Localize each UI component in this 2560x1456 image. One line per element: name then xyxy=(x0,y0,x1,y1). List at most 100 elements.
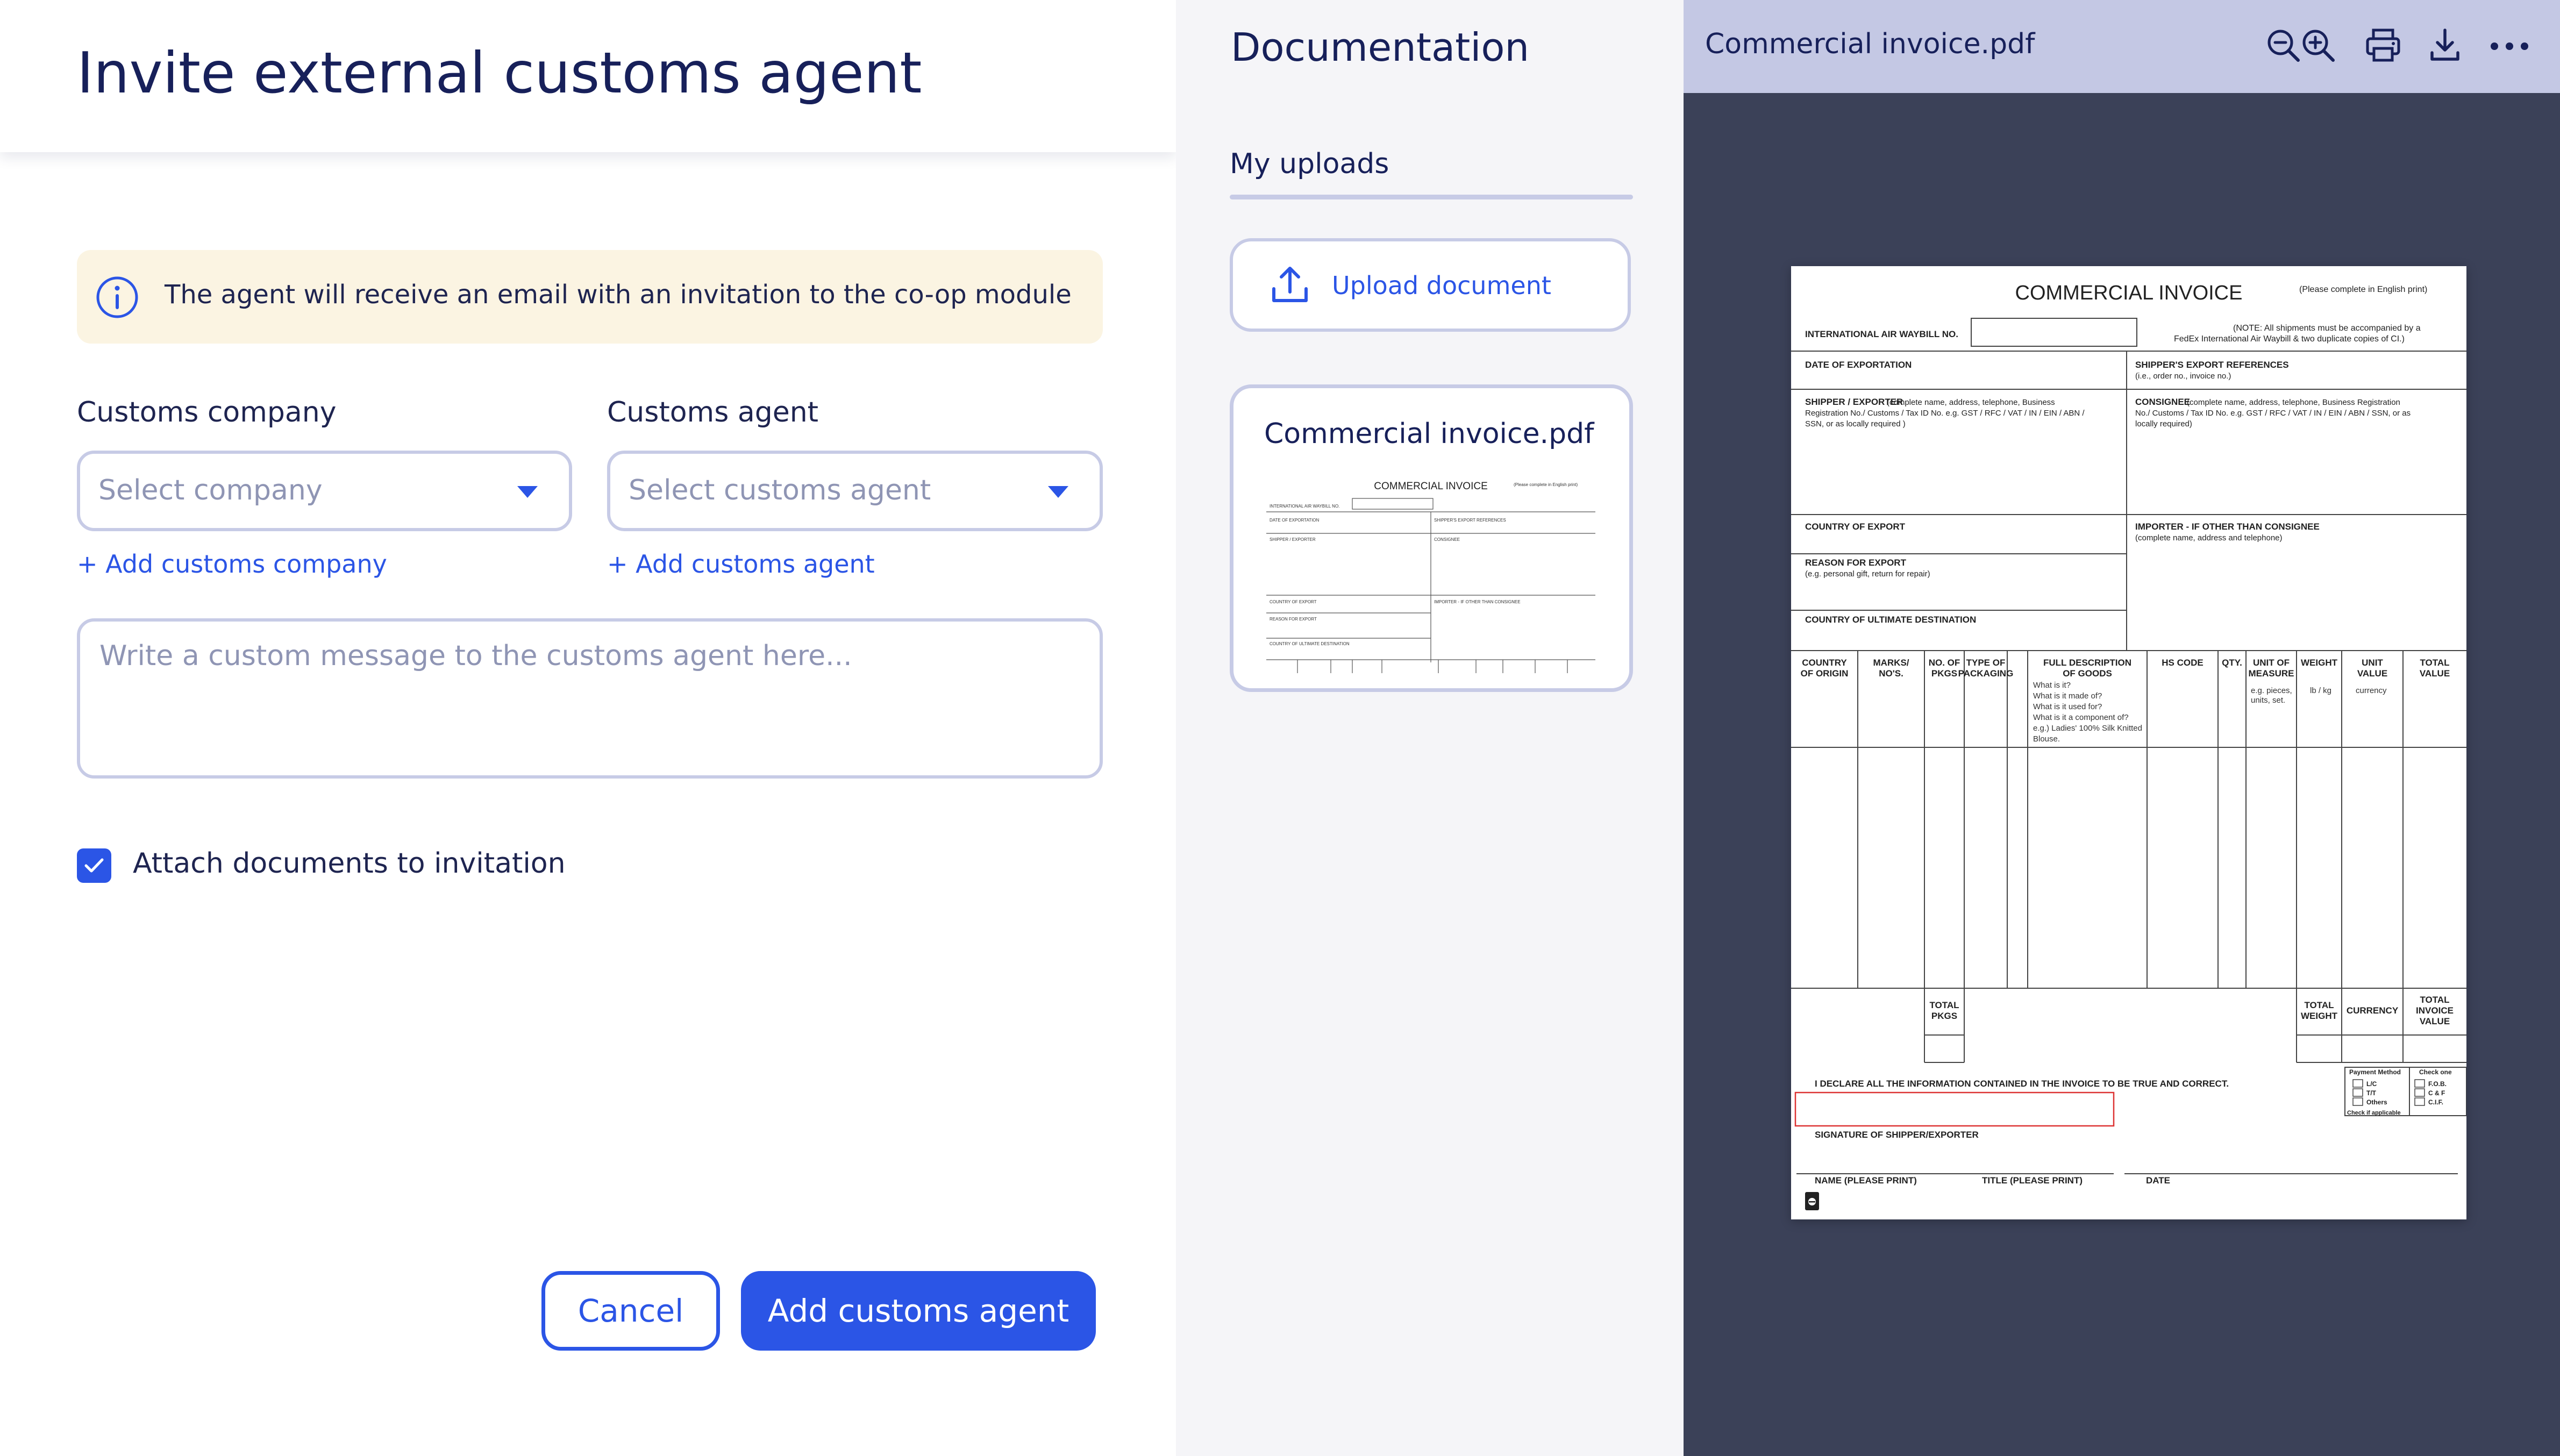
invite-agent-panel: Invite external customs agent The agent … xyxy=(0,0,1176,1456)
document-logo-icon xyxy=(1805,1192,1819,1210)
svg-text:TOTAL: TOTAL xyxy=(2420,658,2449,668)
file-card[interactable]: Commercial invoice.pdf COMMERCIAL INVOIC… xyxy=(1230,384,1633,692)
custom-message-textarea[interactable]: Write a custom message to the customs ag… xyxy=(77,618,1103,779)
upload-document-label: Upload document xyxy=(1332,271,1551,300)
svg-text:e.g. pieces,: e.g. pieces, xyxy=(2251,686,2292,695)
svg-text:Blouse.: Blouse. xyxy=(2033,734,2060,744)
tab-my-uploads[interactable]: My uploads xyxy=(1230,148,1389,180)
svg-text:IMPORTER - IF OTHER THAN CONSI: IMPORTER - IF OTHER THAN CONSIGNEE xyxy=(1434,599,1521,604)
upload-document-button[interactable]: Upload document xyxy=(1230,238,1631,332)
svg-text:C.I.F.: C.I.F. xyxy=(2428,1098,2443,1106)
attach-documents-label: Attach documents to invitation xyxy=(133,847,566,880)
svg-text:VALUE: VALUE xyxy=(2420,668,2450,679)
svg-text:NAME (PLEASE PRINT): NAME (PLEASE PRINT) xyxy=(1815,1175,1917,1186)
svg-text:(Please complete in English pr: (Please complete in English print) xyxy=(1514,482,1578,487)
svg-text:PKGS: PKGS xyxy=(1931,1011,1957,1021)
svg-text:COUNTRY OF EXPORT: COUNTRY OF EXPORT xyxy=(1270,599,1317,604)
customs-agent-label: Customs agent xyxy=(607,396,819,429)
pdf-viewer: Commercial invoice.pdf COMMERCIAL INVOIC… xyxy=(1684,0,2560,1456)
cancel-button[interactable]: Cancel xyxy=(541,1271,720,1351)
svg-text:CONSIGNEE: CONSIGNEE xyxy=(2135,397,2190,407)
svg-text:COUNTRY: COUNTRY xyxy=(1802,658,1847,668)
print-icon[interactable] xyxy=(2364,26,2402,65)
svg-text:COUNTRY OF EXPORT: COUNTRY OF EXPORT xyxy=(1805,522,1906,532)
svg-text:What is it?: What is it? xyxy=(2033,681,2071,690)
svg-text:NO'S.: NO'S. xyxy=(1879,668,1903,679)
svg-text:Others: Others xyxy=(2366,1098,2387,1106)
tab-underline xyxy=(1230,195,1633,199)
svg-text:COMMERCIAL INVOICE: COMMERCIAL INVOICE xyxy=(1374,481,1488,492)
svg-text:PKGS: PKGS xyxy=(1931,668,1957,679)
svg-text:e.g.) Ladies' 100% Silk Knitte: e.g.) Ladies' 100% Silk Knitted xyxy=(2033,724,2142,733)
svg-text:TOTAL: TOTAL xyxy=(2420,995,2449,1005)
checkmark-icon xyxy=(84,858,104,873)
zoom-in-icon[interactable] xyxy=(2299,26,2337,65)
commercial-invoice-document: COMMERCIAL INVOICE (Please complete in E… xyxy=(1791,282,2466,1210)
svg-text:lb / kg: lb / kg xyxy=(2310,686,2331,695)
info-icon xyxy=(96,276,138,318)
svg-text:(complete name, address, telep: (complete name, address, telephone, Busi… xyxy=(2187,398,2400,407)
svg-text:FULL DESCRIPTION: FULL DESCRIPTION xyxy=(2043,658,2131,668)
svg-text:(complete name, address and te: (complete name, address and telephone) xyxy=(2135,533,2283,543)
svg-text:What is it used for?: What is it used for? xyxy=(2033,702,2102,711)
svg-text:HS CODE: HS CODE xyxy=(2162,658,2203,668)
attach-documents-checkbox[interactable] xyxy=(77,848,111,883)
viewer-toolbar: Commercial invoice.pdf xyxy=(1684,0,2560,93)
svg-text:VALUE: VALUE xyxy=(2357,668,2387,679)
file-thumbnail: COMMERCIAL INVOICE (Please complete in E… xyxy=(1266,474,1595,673)
svg-text:locally required): locally required) xyxy=(2135,419,2192,429)
customs-agent-select[interactable]: Select customs agent xyxy=(607,451,1103,531)
svg-text:TITLE (PLEASE PRINT): TITLE (PLEASE PRINT) xyxy=(1982,1175,2083,1186)
svg-text:C & F: C & F xyxy=(2428,1089,2445,1097)
file-card-name: Commercial invoice.pdf xyxy=(1264,418,1594,450)
customs-agent-placeholder: Select customs agent xyxy=(629,474,931,506)
svg-text:MARKS/: MARKS/ xyxy=(1873,658,1909,668)
svg-text:CONSIGNEE: CONSIGNEE xyxy=(1434,537,1460,542)
svg-text:currency: currency xyxy=(2356,686,2387,695)
svg-text:No./ Customs / Tax ID No. e.g.: No./ Customs / Tax ID No. e.g. GST / RFC… xyxy=(2135,409,2411,418)
svg-text:TYPE OF: TYPE OF xyxy=(1966,658,2006,668)
svg-text:I DECLARE ALL THE INFORMATION: I DECLARE ALL THE INFORMATION CONTAINED … xyxy=(1815,1079,2229,1089)
svg-text:WEIGHT: WEIGHT xyxy=(2301,1011,2338,1021)
svg-text:DATE OF EXPORTATION: DATE OF EXPORTATION xyxy=(1805,360,1912,370)
svg-text:COUNTRY OF ULTIMATE DESTINATIO: COUNTRY OF ULTIMATE DESTINATION xyxy=(1270,641,1350,646)
svg-text:L/C: L/C xyxy=(2366,1080,2377,1088)
panel-header: Invite external customs agent xyxy=(0,0,1176,152)
add-customs-company-link[interactable]: + Add customs company xyxy=(77,549,387,579)
svg-text:IMPORTER - IF OTHER THAN CONSI: IMPORTER - IF OTHER THAN CONSIGNEE xyxy=(2135,522,2320,532)
upload-icon xyxy=(1272,267,1308,302)
svg-text:(i.e., order no., invoice no.): (i.e., order no., invoice no.) xyxy=(2135,372,2231,381)
documentation-title: Documentation xyxy=(1231,25,1530,70)
svg-text:VALUE: VALUE xyxy=(2420,1016,2450,1026)
customs-company-select[interactable]: Select company xyxy=(77,451,572,531)
svg-text:TOTAL: TOTAL xyxy=(1929,1000,1959,1010)
download-icon[interactable] xyxy=(2426,26,2464,65)
svg-text:UNIT OF: UNIT OF xyxy=(2253,658,2290,668)
add-customs-agent-link[interactable]: + Add customs agent xyxy=(607,549,875,579)
more-icon[interactable] xyxy=(2488,26,2531,65)
svg-text:(NOTE: All shipments must be a: (NOTE: All shipments must be accompanied… xyxy=(2233,324,2421,333)
pdf-page: COMMERCIAL INVOICE (Please complete in E… xyxy=(1791,266,2466,1219)
page-title: Invite external customs agent xyxy=(77,40,922,106)
svg-text:INTERNATIONAL AIR WAYBILL NO.: INTERNATIONAL AIR WAYBILL NO. xyxy=(1805,329,1958,339)
svg-text:WEIGHT: WEIGHT xyxy=(2301,658,2338,668)
svg-text:SHIPPER'S EXPORT REFERENCES: SHIPPER'S EXPORT REFERENCES xyxy=(2135,360,2289,370)
svg-text:Registration No./ Customs / Ta: Registration No./ Customs / Tax ID No. e… xyxy=(1805,409,2085,418)
viewer-file-name: Commercial invoice.pdf xyxy=(1705,28,2035,60)
svg-text:CURRENCY: CURRENCY xyxy=(2347,1005,2399,1016)
svg-text:FedEx International Air Waybil: FedEx International Air Waybill & two du… xyxy=(2174,334,2405,344)
svg-text:(Please complete in English pr: (Please complete in English print) xyxy=(2299,285,2427,294)
zoom-out-icon[interactable] xyxy=(2264,26,2302,65)
svg-text:What is it a component of?: What is it a component of? xyxy=(2033,713,2129,722)
svg-text:(e.g. personal gift, return fo: (e.g. personal gift, return for repair) xyxy=(1805,569,1930,579)
svg-text:INTERNATIONAL AIR WAYBILL NO.: INTERNATIONAL AIR WAYBILL NO. xyxy=(1270,504,1339,509)
svg-text:PACKAGING: PACKAGING xyxy=(1958,668,2014,679)
chevron-down-icon xyxy=(517,486,538,498)
svg-text:COUNTRY OF ULTIMATE DESTINATIO: COUNTRY OF ULTIMATE DESTINATION xyxy=(1805,615,1976,625)
svg-text:REASON FOR EXPORT: REASON FOR EXPORT xyxy=(1805,558,1907,568)
svg-text:SHIPPER'S EXPORT REFERENCES: SHIPPER'S EXPORT REFERENCES xyxy=(1434,518,1506,523)
add-customs-agent-button[interactable]: Add customs agent xyxy=(741,1271,1096,1351)
svg-text:NO. OF: NO. OF xyxy=(1929,658,1960,668)
svg-text:DATE OF EXPORTATION: DATE OF EXPORTATION xyxy=(1270,518,1320,523)
svg-text:OF ORIGIN: OF ORIGIN xyxy=(1801,668,1849,679)
